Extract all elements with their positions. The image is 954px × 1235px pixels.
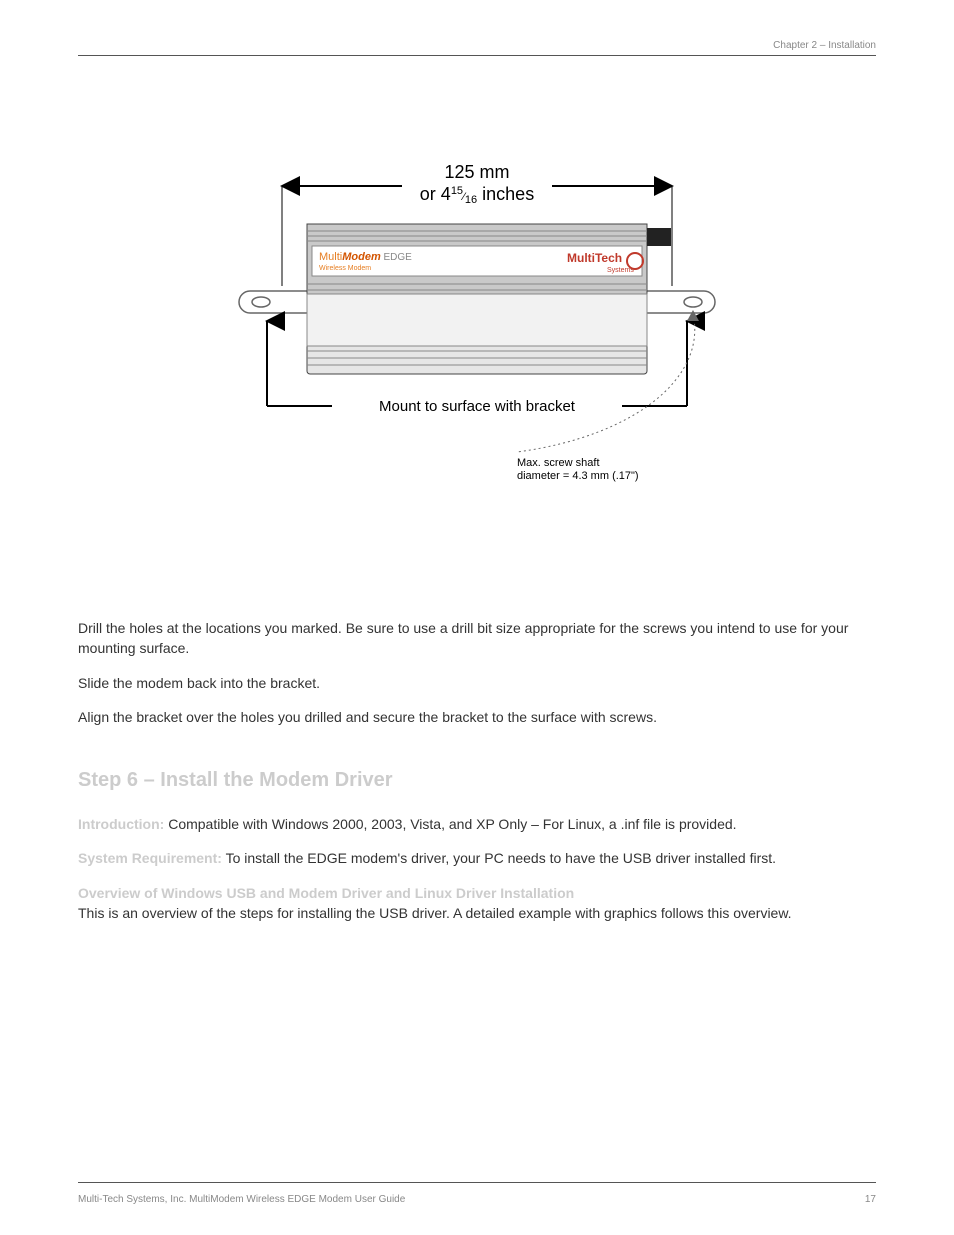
footer-left: Multi-Tech Systems, Inc. MultiModem Wire… [78,1194,405,1205]
antenna-stub-icon [647,228,671,246]
intro-paragraph: Introduction: Compatible with Windows 20… [78,814,876,834]
top-rule [78,55,876,56]
dim-125mm: 125 mm [444,162,509,182]
screw-note-1: Max. screw shaft [517,457,600,469]
product-label: MultiModem EDGE [319,251,412,263]
bottom-rule [78,1182,876,1183]
header-right: Chapter 2 – Installation [773,40,876,51]
bracket-ear-left [239,291,317,313]
overview-text: This is an overview of the steps for ins… [78,905,792,921]
instruction-drill: Drill the holes at the locations you mar… [78,618,876,659]
intro-text: Compatible with Windows 2000, 2003, Vist… [164,816,736,832]
overview-paragraph: Overview of Windows USB and Modem Driver… [78,883,876,924]
dim-inches: or 415⁄16 inches [420,184,534,206]
screw-note-2: diameter = 4.3 mm (.17") [517,470,639,482]
mounting-figure: 125 mm or 415⁄16 inches [217,156,737,576]
header-row: Chapter 2 – Installation [78,40,876,51]
device-body: MultiModem EDGE Wireless Modem MultiTech… [307,224,671,374]
section-title: Step 6 – Install the Modem Driver [78,769,876,792]
req-text: To install the EDGE modem's driver, your… [222,850,776,866]
req-paragraph: System Requirement: To install the EDGE … [78,848,876,868]
brand-label: MultiTech [567,251,622,265]
intro-label: Introduction: [78,816,164,832]
instruction-slide: Slide the modem back into the bracket. [78,673,876,693]
footer-row: Multi-Tech Systems, Inc. MultiModem Wire… [78,1194,876,1205]
req-label: System Requirement: [78,850,222,866]
product-subtitle: Wireless Modem [319,265,371,272]
bracket-ear-right [637,291,715,313]
overview-label: Overview of Windows USB and Modem Driver… [78,885,574,901]
instruction-align: Align the bracket over the holes you dri… [78,707,876,727]
mount-text: Mount to surface with bracket [379,398,576,415]
footer-right: 17 [865,1194,876,1205]
